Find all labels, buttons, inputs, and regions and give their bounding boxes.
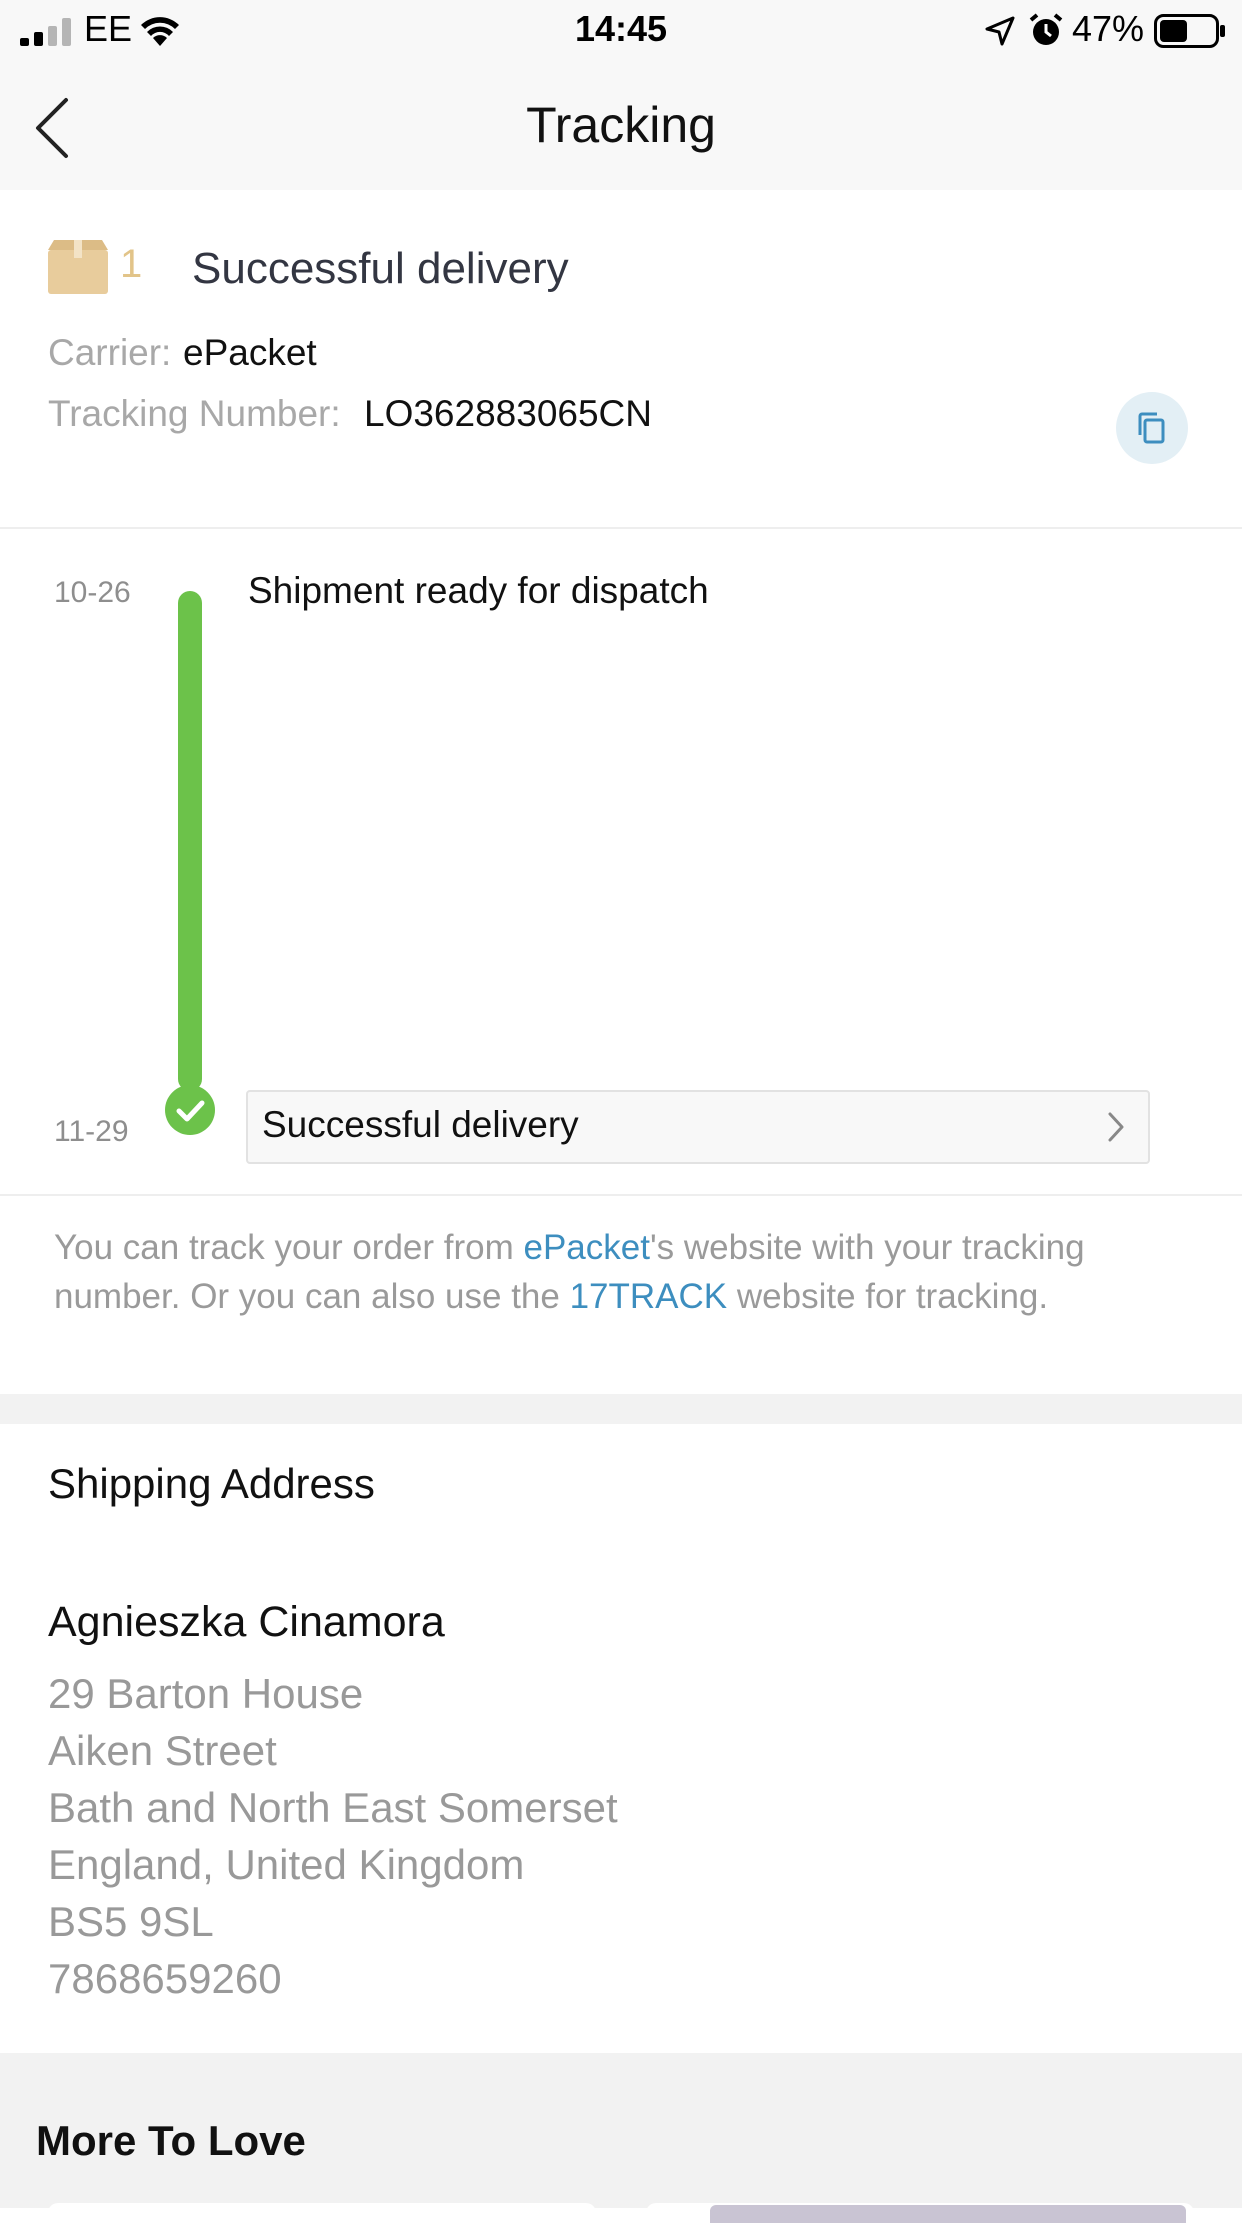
address-line: England, United Kingdom	[48, 1841, 525, 1888]
copy-button[interactable]	[1116, 392, 1188, 464]
delivery-status: Successful delivery	[192, 244, 569, 293]
tracking-info-text: You can track your order from ePacket's …	[54, 1223, 1194, 1321]
address-lines: 29 Barton House Aiken Street Bath and No…	[48, 1665, 618, 2007]
address-line: Bath and North East Somerset	[48, 1784, 618, 1831]
carrier-website-link[interactable]: ePacket	[523, 1228, 649, 1267]
event-date: 10-26	[54, 576, 131, 609]
timeline-line	[178, 591, 202, 1091]
check-circle-icon	[165, 1085, 215, 1135]
nav-bar: Tracking	[0, 64, 1242, 190]
battery-percent: 47%	[1072, 8, 1145, 49]
page-title: Tracking	[526, 97, 716, 153]
shipping-address-heading: Shipping Address	[48, 1460, 375, 1507]
tracking-number-label: Tracking Number:	[48, 393, 341, 434]
info-text-part: website for tracking.	[727, 1277, 1049, 1316]
status-bar: EE 14:45 47%	[0, 0, 1242, 64]
address-line: BS5 9SL	[48, 1898, 214, 1945]
carrier-label: Carrier:	[48, 332, 172, 373]
copy-icon	[1138, 412, 1165, 444]
location-arrow-icon	[985, 16, 1015, 46]
17track-link[interactable]: 17TRACK	[570, 1277, 728, 1316]
more-to-love-heading: More To Love	[36, 2117, 306, 2164]
address-line: Aiken Street	[48, 1727, 277, 1774]
alarm-icon	[1029, 13, 1063, 45]
carrier-value: ePacket	[183, 332, 317, 373]
more-to-love-section: More To Love	[0, 2053, 1242, 2223]
battery-icon	[1154, 14, 1225, 48]
event-text: Shipment ready for dispatch	[248, 570, 709, 611]
info-text-part: You can track your order from	[54, 1228, 524, 1267]
tracking-timeline: 10-26 Shipment ready for dispatch 11-29 …	[0, 529, 1242, 1194]
tracking-summary: 1 Successful delivery Carrier: ePacket T…	[0, 190, 1242, 530]
divider	[0, 1194, 1242, 1196]
product-card[interactable]	[48, 2203, 596, 2223]
package-count: 1	[120, 242, 143, 286]
shipping-address-section: Shipping Address Agnieszka Cinamora 29 B…	[0, 1424, 1242, 2053]
package-box-icon	[48, 240, 108, 294]
chevron-right-icon	[1108, 1112, 1124, 1142]
phone-number: 7868659260	[48, 1955, 282, 2002]
latest-event-card[interactable]: Successful delivery	[246, 1090, 1150, 1164]
recipient-name: Agnieszka Cinamora	[48, 1598, 445, 1646]
product-card[interactable]	[646, 2203, 1194, 2223]
section-separator	[0, 1394, 1242, 1424]
event-date: 11-29	[54, 1115, 129, 1148]
event-text: Successful delivery	[262, 1104, 579, 1145]
tracking-number-value: LO362883065CN	[364, 393, 652, 434]
address-line: 29 Barton House	[48, 1670, 364, 1717]
